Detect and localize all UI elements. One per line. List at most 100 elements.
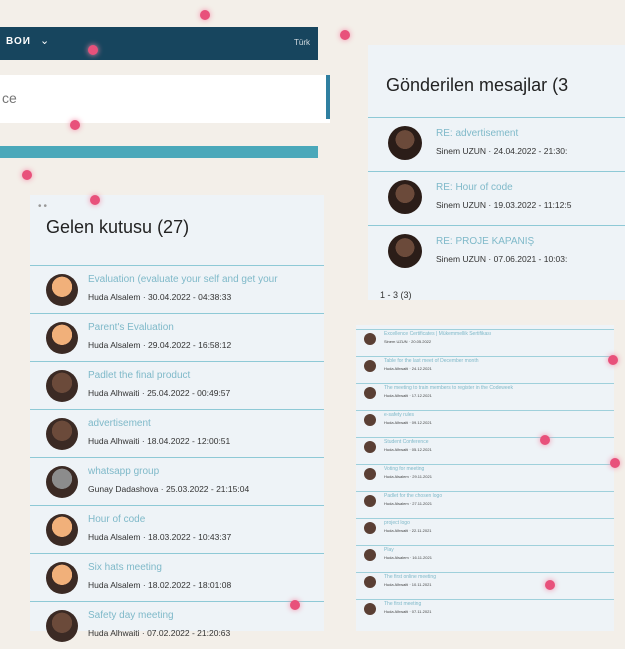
avatar bbox=[364, 549, 376, 561]
message-subject-link[interactable]: Play bbox=[384, 547, 394, 553]
message-date: 25.03.2022 - 21:15:04 bbox=[165, 484, 250, 494]
message-subject-link[interactable]: Six hats meeting bbox=[88, 562, 320, 573]
blossom-decoration bbox=[22, 170, 32, 180]
mini-message-row[interactable]: The first online meeting Huda Alhwaiti ·… bbox=[356, 572, 614, 590]
avatar bbox=[46, 322, 78, 354]
message-meta: Huda Alhwaiti · 10.11.2021 bbox=[384, 582, 432, 587]
sender-name: Huda Alhwaiti bbox=[88, 436, 140, 446]
inbox-message-row[interactable]: Parent's Evaluation Huda Alsalem · 29.04… bbox=[30, 313, 324, 361]
message-subject-link[interactable]: Padlet for the chosen logo bbox=[384, 493, 442, 499]
message-date: 18.03.2022 - 10:43:37 bbox=[148, 532, 232, 542]
sent-message-row[interactable]: RE: PROJE KAPANIŞ Sinem UZUN · 07.06.202… bbox=[368, 225, 625, 277]
avatar bbox=[364, 333, 376, 345]
blossom-decoration bbox=[610, 458, 620, 468]
avatar bbox=[46, 274, 78, 306]
mini-message-row[interactable]: e-safety rules Huda Alhwaiti · 09.12.202… bbox=[356, 410, 614, 428]
pagination-label: 1 - 3 (3) bbox=[380, 290, 412, 300]
inbox-title: Gelen kutusu (27) bbox=[46, 217, 190, 237]
message-subject-link[interactable]: The first online meeting bbox=[384, 574, 436, 580]
mini-message-row[interactable]: Excellence Certificates | Mükemmellik Se… bbox=[356, 329, 614, 347]
inbox-message-row[interactable]: Safety day meeting Huda Alhwaiti · 07.02… bbox=[30, 601, 324, 649]
sender-name: Sinem UZUN bbox=[436, 254, 487, 264]
sender-name: Gunay Dadashova bbox=[88, 484, 159, 494]
inbox-message-row[interactable]: Evaluation (evaluate your self and get y… bbox=[30, 265, 324, 313]
message-meta: Sinem UZUN · 24.04.2022 - 21:30: bbox=[436, 146, 568, 156]
avatar bbox=[46, 418, 78, 450]
sender-name: Huda Alhwaiti bbox=[88, 388, 140, 398]
message-subject-link[interactable]: Table for the last meet of December mont… bbox=[384, 358, 479, 364]
message-subject-link[interactable]: e-safety rules bbox=[384, 412, 414, 418]
message-meta: Sinem UZUN · 07.06.2021 - 10:03: bbox=[436, 254, 568, 264]
inbox-message-row[interactable]: Hour of code Huda Alsalem · 18.03.2022 -… bbox=[30, 505, 324, 553]
brand-label[interactable]: ВОИ bbox=[6, 36, 31, 47]
inbox-message-row[interactable]: Six hats meeting Huda Alsalem · 18.02.20… bbox=[30, 553, 324, 601]
message-subject-link[interactable]: Evaluation (evaluate your self and get y… bbox=[88, 274, 320, 285]
message-date: 07.02.2022 - 21:20:63 bbox=[147, 628, 231, 638]
message-meta: Gunay Dadashova · 25.03.2022 - 21:15:04 bbox=[88, 484, 250, 494]
message-date: 24.04.2022 - 21:30: bbox=[493, 146, 568, 156]
message-subject-link[interactable]: RE: advertisement bbox=[436, 128, 518, 139]
message-meta: Huda Alhwaiti · 18.04.2022 - 12:00:51 bbox=[88, 436, 231, 446]
sent-message-row[interactable]: RE: Hour of code Sinem UZUN · 19.03.2022… bbox=[368, 171, 625, 223]
avatar bbox=[364, 441, 376, 453]
message-meta: Huda Alhwaiti · 07.02.2022 - 21:20:63 bbox=[88, 628, 231, 638]
avatar bbox=[364, 603, 376, 615]
message-date: 30.04.2022 - 04:38:33 bbox=[148, 292, 232, 302]
mini-message-row[interactable]: project logo Huda Alhwaiti · 22.11.2021 bbox=[356, 518, 614, 536]
message-date: 29.04.2022 - 16:58:12 bbox=[148, 340, 232, 350]
mini-message-row[interactable]: Table for the last meet of December mont… bbox=[356, 356, 614, 374]
message-subject-link[interactable]: RE: PROJE KAPANIŞ bbox=[436, 236, 534, 247]
blossom-decoration bbox=[290, 600, 300, 610]
avatar bbox=[364, 576, 376, 588]
inbox-message-row[interactable]: Padlet the final product Huda Alhwaiti ·… bbox=[30, 361, 324, 409]
mini-message-row[interactable]: The meeting to train members to register… bbox=[356, 383, 614, 401]
message-subject-link[interactable]: Safety day meeting bbox=[88, 610, 320, 621]
sent-title: Gönderilen mesajlar (3 bbox=[386, 75, 569, 95]
inbox-message-row[interactable]: whatsapp group Gunay Dadashova · 25.03.2… bbox=[30, 457, 324, 505]
chevron-down-icon[interactable]: ⌄ bbox=[40, 34, 49, 47]
sent-panel: Gönderilen mesajlar (3 RE: advertisement… bbox=[368, 45, 625, 300]
message-meta: Huda Alsalem · 18.03.2022 - 10:43:37 bbox=[88, 532, 232, 542]
avatar bbox=[46, 610, 78, 642]
message-meta: Huda Alhwaiti · 09.12.2021 bbox=[384, 420, 432, 425]
avatar bbox=[364, 522, 376, 534]
panel-dots-icon: •• bbox=[38, 201, 50, 212]
message-subject-link[interactable]: RE: Hour of code bbox=[436, 182, 513, 193]
message-subject-link[interactable]: Excellence Certificates | Mükemmellik Se… bbox=[384, 331, 491, 337]
mini-message-row[interactable]: Padlet for the chosen logo Huda Alsalem … bbox=[356, 491, 614, 509]
message-meta: Huda Alhwaiti · 25.04.2022 - 00:49:57 bbox=[88, 388, 231, 398]
message-subject-link[interactable]: Padlet the final product bbox=[88, 370, 320, 381]
avatar bbox=[46, 466, 78, 498]
message-subject-link[interactable]: project logo bbox=[384, 520, 410, 526]
search-input[interactable] bbox=[0, 83, 329, 113]
message-subject-link[interactable]: The first meeting bbox=[384, 601, 421, 607]
inbox-message-row[interactable]: advertisement Huda Alhwaiti · 18.04.2022… bbox=[30, 409, 324, 457]
message-subject-link[interactable]: Parent's Evaluation bbox=[88, 322, 320, 333]
message-meta: Huda Alhwaiti · 17.12.2021 bbox=[384, 393, 432, 398]
sender-name: Huda Alsalem bbox=[88, 340, 141, 350]
avatar bbox=[364, 387, 376, 399]
mini-message-row[interactable]: The first meeting Huda Alhwaiti · 07.11.… bbox=[356, 599, 614, 617]
blossom-decoration bbox=[540, 435, 550, 445]
mini-message-row[interactable]: Student Conference Huda Alhwaiti · 05.12… bbox=[356, 437, 614, 455]
avatar bbox=[46, 562, 78, 594]
message-subject-link[interactable]: Hour of code bbox=[88, 514, 320, 525]
avatar bbox=[388, 180, 422, 214]
sent-message-row[interactable]: RE: advertisement Sinem UZUN · 24.04.202… bbox=[368, 117, 625, 169]
message-subject-link[interactable]: The meeting to train members to register… bbox=[384, 385, 513, 391]
message-meta: Huda Alsalem · 18.02.2022 - 18:01:08 bbox=[88, 580, 232, 590]
avatar bbox=[364, 360, 376, 372]
mini-message-row[interactable]: Play Huda Alsalem · 16.11.2021 bbox=[356, 545, 614, 563]
message-subject-link[interactable]: Voting for meeting bbox=[384, 466, 424, 472]
mini-message-row[interactable]: Voting for meeting Huda Alsalem · 29.11.… bbox=[356, 464, 614, 482]
language-label[interactable]: Türk bbox=[294, 38, 310, 47]
message-subject-link[interactable]: whatsapp group bbox=[88, 466, 320, 477]
message-meta: Huda Alsalem · 16.11.2021 bbox=[384, 555, 432, 560]
message-subject-link[interactable]: advertisement bbox=[88, 418, 320, 429]
message-subject-link[interactable]: Student Conference bbox=[384, 439, 428, 445]
avatar bbox=[46, 514, 78, 546]
blossom-decoration bbox=[545, 580, 555, 590]
message-date: 19.03.2022 - 11:12:5 bbox=[493, 200, 572, 210]
avatar bbox=[364, 468, 376, 480]
message-meta: Huda Alsalem · 29.04.2022 - 16:58:12 bbox=[88, 340, 232, 350]
